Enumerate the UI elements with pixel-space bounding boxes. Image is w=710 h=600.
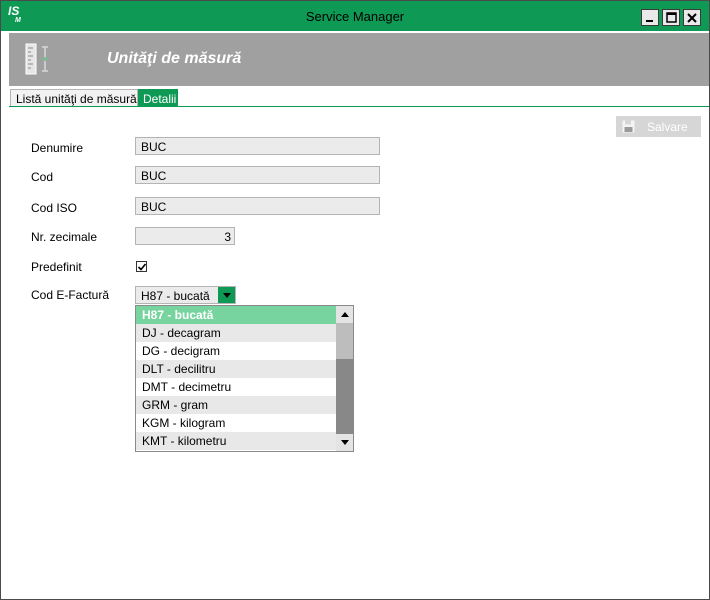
scroll-down-button[interactable]	[336, 434, 353, 451]
minimize-icon	[646, 19, 653, 22]
predefinit-label: Predefinit	[31, 260, 82, 274]
dropdown-item[interactable]: KGM - kilogram	[136, 414, 336, 432]
dropdown-item[interactable]: DG - decigram	[136, 342, 336, 360]
efactura-dropdown-list: H87 - bucată DJ - decagram DG - decigram…	[135, 305, 354, 452]
window-title: Service Manager	[305, 9, 405, 24]
dropdown-item[interactable]: DJ - decagram	[136, 324, 336, 342]
dropdown-item[interactable]: KMT - kilometru	[136, 432, 336, 450]
title-bar[interactable]: IS M Service Manager	[1, 1, 709, 31]
arrow-down-icon	[340, 440, 349, 445]
denumire-label: Denumire	[31, 141, 84, 155]
cod-iso-label: Cod ISO	[31, 201, 78, 215]
cod-field[interactable]: BUC	[135, 166, 380, 184]
maximize-icon	[665, 12, 677, 23]
cod-label: Cod	[31, 170, 54, 184]
app-window: IS M Service Manager Unităţi de măsură L…	[0, 0, 710, 600]
efactura-combo[interactable]: H87 - bucată	[135, 286, 236, 304]
dropdown-item[interactable]: DLT - decilitru	[136, 360, 336, 378]
predefinit-checkbox[interactable]	[136, 261, 147, 272]
dropdown-item[interactable]: H87 - bucată	[136, 306, 336, 324]
zecimale-label: Nr. zecimale	[31, 230, 98, 244]
checkmark-icon	[137, 263, 147, 271]
ruler-icon	[25, 43, 48, 75]
close-icon	[687, 12, 697, 23]
dropdown-item[interactable]: GRM - gram	[136, 396, 336, 414]
scroll-up-button[interactable]	[336, 306, 353, 323]
arrow-up-icon	[340, 312, 349, 317]
save-icon	[622, 120, 635, 133]
page-title: Unităţi de măsură	[107, 50, 242, 67]
save-button[interactable]: Salvare	[616, 116, 701, 137]
tab-details[interactable]: Detalii	[138, 89, 178, 107]
cod-iso-field[interactable]: BUC	[135, 197, 380, 215]
maximize-button[interactable]	[662, 9, 680, 26]
dropdown-button[interactable]	[218, 287, 235, 303]
save-button-label: Salvare	[647, 119, 688, 134]
minimize-button[interactable]	[641, 9, 659, 26]
denumire-field[interactable]: BUC	[135, 137, 380, 155]
close-button[interactable]	[683, 9, 701, 26]
dropdown-item[interactable]: DMT - decimetru	[136, 378, 336, 396]
page-header: Unităţi de măsură	[9, 33, 709, 86]
zecimale-field[interactable]: 3	[135, 227, 235, 245]
dropdown-scrollbar[interactable]	[336, 306, 353, 451]
chevron-down-icon	[222, 292, 231, 298]
scrollbar-thumb[interactable]	[336, 323, 353, 359]
efactura-label: Cod E-Factură	[31, 288, 110, 302]
efactura-combo-value: H87 - bucată	[141, 289, 210, 303]
tab-list[interactable]: Listă unităţi de măsură	[10, 89, 138, 107]
